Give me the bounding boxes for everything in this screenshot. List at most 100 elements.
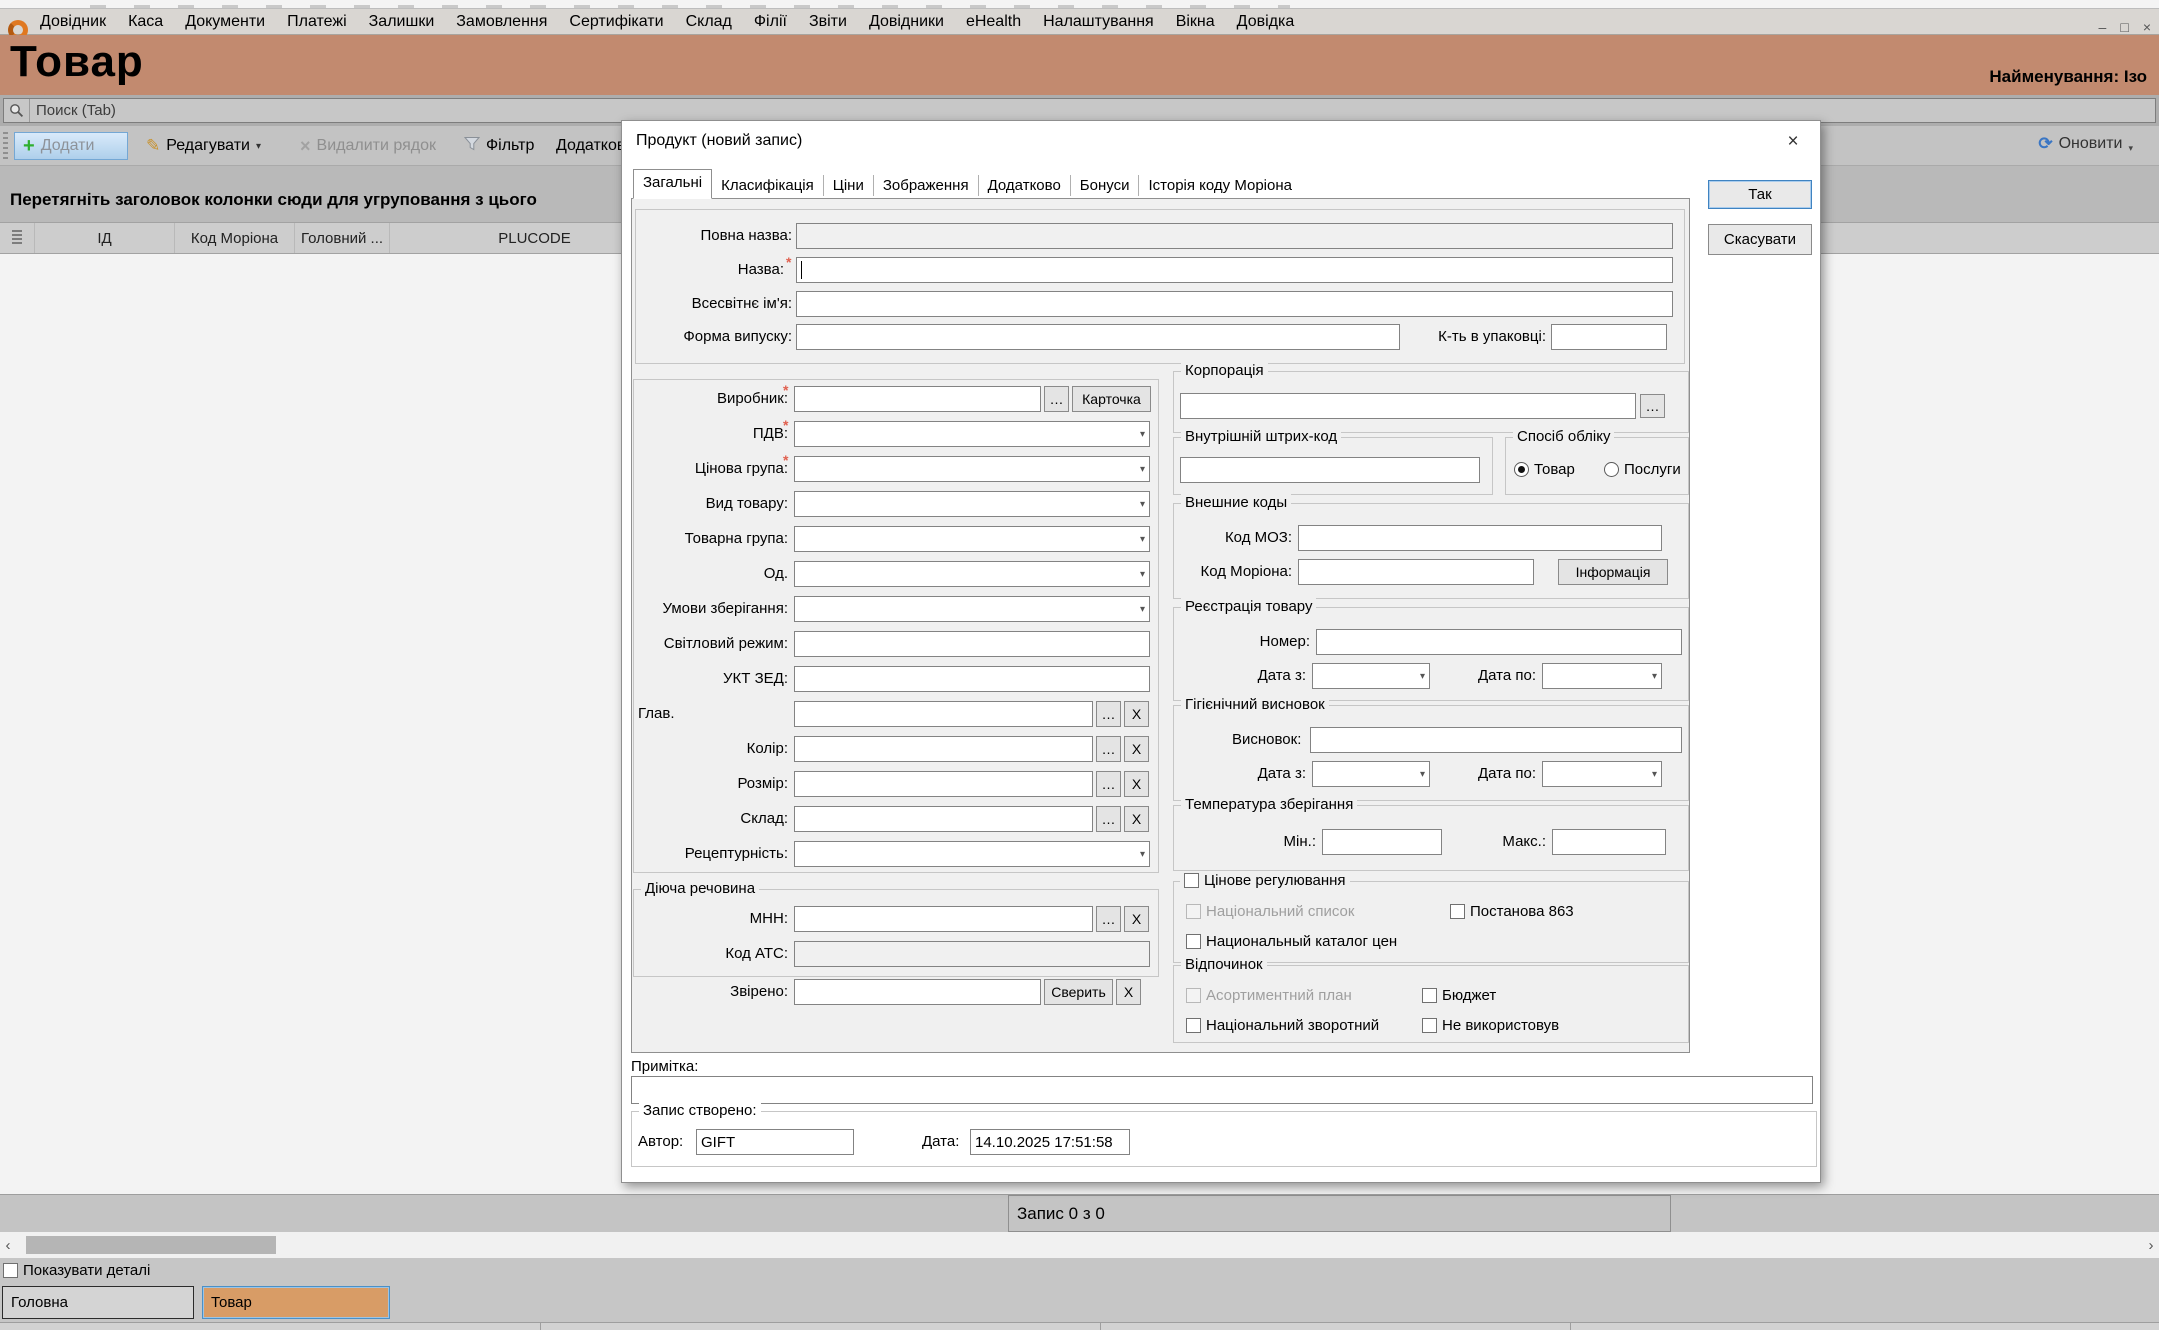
menu-vikna[interactable]: Вікна (1176, 13, 1215, 31)
close-icon[interactable]: × (1778, 127, 1808, 157)
tab-morion-history[interactable]: Історія коду Моріона (1139, 175, 1301, 196)
manufacturer-input[interactable] (794, 386, 1041, 412)
product-group-select[interactable]: ▾ (794, 526, 1150, 552)
menu-zalyshky[interactable]: Залишки (369, 13, 435, 31)
menu-ehealth[interactable]: eHealth (966, 13, 1021, 31)
tab-klasyfikatsiya[interactable]: Класифікація (712, 175, 824, 196)
info-button[interactable]: Інформація (1558, 559, 1668, 585)
reg-number-input[interactable] (1316, 629, 1682, 655)
main-input[interactable] (794, 701, 1093, 727)
search-input[interactable] (30, 102, 2155, 119)
world-name-input[interactable] (796, 291, 1673, 317)
menu-platezhi[interactable]: Платежі (287, 13, 347, 31)
color-lookup-button[interactable]: … (1096, 736, 1121, 762)
reg-date-to-select[interactable]: ▾ (1542, 663, 1662, 689)
national-catalog-checkbox[interactable]: Национальный каталог цен (1186, 933, 1397, 950)
warehouse-input[interactable] (794, 806, 1093, 832)
release-form-input[interactable] (796, 324, 1400, 350)
price-regulation-checkbox[interactable]: Цінове регулювання (1180, 872, 1350, 889)
price-group-select[interactable]: ▾ (794, 456, 1150, 482)
add-button[interactable]: + Додати (14, 132, 128, 160)
budget-checkbox[interactable]: Бюджет (1422, 987, 1496, 1004)
main-clear-button[interactable]: X (1124, 701, 1149, 727)
verify-button[interactable]: Сверить (1044, 979, 1113, 1005)
refresh-button[interactable]: ⟳ Оновити ▾ (2038, 134, 2133, 154)
tab-goods[interactable]: Товар (202, 1286, 390, 1319)
cancel-button[interactable]: Скасувати (1708, 224, 1812, 255)
menu-dokumenty[interactable]: Документи (185, 13, 265, 31)
mnn-lookup-button[interactable]: … (1096, 906, 1121, 932)
decree-863-checkbox[interactable]: Постанова 863 (1450, 903, 1574, 920)
tab-bonusy[interactable]: Бонуси (1071, 175, 1140, 196)
size-lookup-button[interactable]: … (1096, 771, 1121, 797)
tab-dodatkovo[interactable]: Додатково (979, 175, 1071, 196)
internal-barcode-input[interactable] (1180, 457, 1480, 483)
show-details-checkbox[interactable]: Показувати деталі (3, 1262, 150, 1279)
radio-services[interactable]: Послуги (1604, 461, 1681, 478)
menu-kasa[interactable]: Каса (128, 13, 163, 31)
hyg-date-from-select[interactable]: ▾ (1312, 761, 1430, 787)
close-icon[interactable]: × (2143, 19, 2151, 35)
storage-conditions-select[interactable]: ▾ (794, 596, 1150, 622)
card-button[interactable]: Карточка (1072, 386, 1151, 412)
warehouse-clear-button[interactable]: X (1124, 806, 1149, 832)
scrollbar-thumb[interactable] (26, 1236, 276, 1254)
filter-button[interactable]: Фільтр (456, 132, 542, 160)
column-header-morion-code[interactable]: Код Моріона (175, 223, 295, 253)
menu-zamovlennia[interactable]: Замовлення (456, 13, 547, 31)
row-handle-column[interactable] (0, 223, 35, 253)
note-input[interactable] (631, 1076, 1813, 1104)
menu-dovidnyk[interactable]: Довідник (40, 13, 106, 31)
ukt-zed-input[interactable] (794, 666, 1150, 692)
horizontal-scrollbar[interactable]: ‹ › (0, 1232, 2159, 1258)
temp-max-input[interactable] (1552, 829, 1666, 855)
temp-min-input[interactable] (1322, 829, 1442, 855)
author-input[interactable] (696, 1129, 854, 1155)
vat-select[interactable]: ▾ (794, 421, 1150, 447)
radio-goods[interactable]: Товар (1514, 461, 1575, 478)
manufacturer-lookup-button[interactable]: … (1044, 386, 1069, 412)
morion-code-input[interactable] (1298, 559, 1534, 585)
name-input[interactable] (796, 257, 1673, 283)
menu-dovidka[interactable]: Довідка (1237, 13, 1295, 31)
not-used-checkbox[interactable]: Не використовув (1422, 1017, 1559, 1034)
pack-qty-input[interactable] (1551, 324, 1667, 350)
reg-date-from-select[interactable]: ▾ (1312, 663, 1430, 689)
national-return-checkbox[interactable]: Національний зворотний (1186, 1017, 1379, 1034)
size-clear-button[interactable]: X (1124, 771, 1149, 797)
toolbar-grip-handle[interactable] (3, 132, 8, 160)
verify-clear-button[interactable]: X (1116, 979, 1141, 1005)
tab-zagalni[interactable]: Загальні (633, 169, 712, 199)
column-header-main[interactable]: Головний ... (295, 223, 390, 253)
column-header-id[interactable]: ІД (35, 223, 175, 253)
moz-code-input[interactable] (1298, 525, 1662, 551)
mnn-input[interactable] (794, 906, 1093, 932)
corporation-lookup-button[interactable]: … (1640, 394, 1665, 418)
conclusion-input[interactable] (1310, 727, 1682, 753)
restore-icon[interactable]: □ (2120, 19, 2128, 35)
ok-button[interactable]: Так (1708, 180, 1812, 209)
prescription-select[interactable]: ▾ (794, 841, 1150, 867)
mnn-clear-button[interactable]: X (1124, 906, 1149, 932)
menu-dovidnyky[interactable]: Довідники (869, 13, 944, 31)
minimize-icon[interactable]: – (2099, 19, 2107, 35)
menu-zvity[interactable]: Звіти (809, 13, 847, 31)
corporation-input[interactable] (1180, 393, 1636, 419)
tab-home[interactable]: Головна (2, 1286, 194, 1319)
menu-filii[interactable]: Філії (754, 13, 787, 31)
size-input[interactable] (794, 771, 1093, 797)
tab-tsiny[interactable]: Ціни (824, 175, 874, 196)
main-lookup-button[interactable]: … (1096, 701, 1121, 727)
hyg-date-to-select[interactable]: ▾ (1542, 761, 1662, 787)
edit-button[interactable]: ✎ Редагувати ▾ (138, 132, 269, 160)
product-kind-select[interactable]: ▾ (794, 491, 1150, 517)
color-input[interactable] (794, 736, 1093, 762)
menu-nalashtuvannia[interactable]: Налаштування (1043, 13, 1154, 31)
light-mode-input[interactable] (794, 631, 1150, 657)
delete-row-button[interactable]: × Видалити рядок (292, 132, 444, 160)
verified-input[interactable] (794, 979, 1041, 1005)
unit-select[interactable]: ▾ (794, 561, 1150, 587)
tab-zobrazhennia[interactable]: Зображення (874, 175, 979, 196)
color-clear-button[interactable]: X (1124, 736, 1149, 762)
created-date-input[interactable] (970, 1129, 1130, 1155)
